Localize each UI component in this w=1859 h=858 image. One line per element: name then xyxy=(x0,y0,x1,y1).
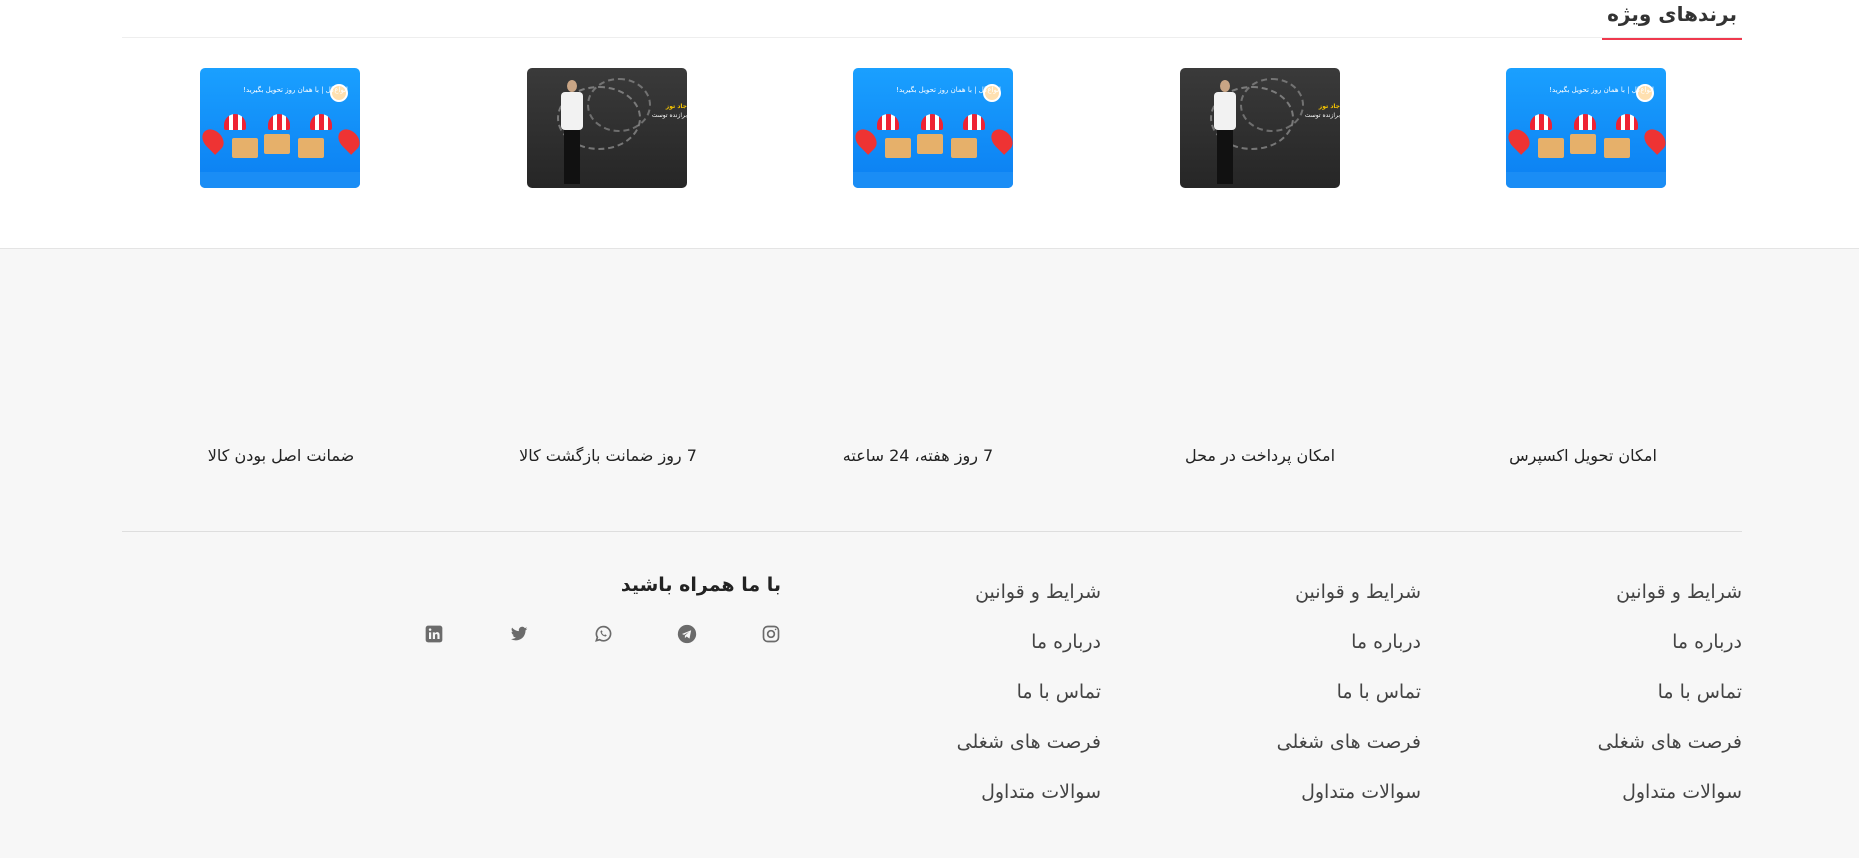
feature-24-7-support: 7 روز هفته، 24 ساعته xyxy=(842,446,994,465)
location-pin-icon xyxy=(200,125,228,155)
parachute-icon xyxy=(921,114,943,130)
link-faq[interactable]: سوالات متداول xyxy=(1482,781,1742,831)
package-icon xyxy=(298,138,324,158)
package-icon xyxy=(885,138,911,158)
link-about[interactable]: درباره ما xyxy=(1482,631,1742,681)
model-figure xyxy=(561,80,583,184)
footer-links-column: شرایط و قوانین درباره ما تماس با ما فرصت… xyxy=(841,581,1101,831)
package-icon xyxy=(232,138,258,158)
location-pin-icon xyxy=(987,125,1013,155)
social-title: با ما همراه باشید xyxy=(620,574,781,596)
location-pin-icon xyxy=(853,125,881,155)
twitter-icon[interactable] xyxy=(507,622,531,646)
feature-original-guarantee: ضمانت اصل بودن کالا xyxy=(207,446,355,465)
package-icon xyxy=(917,134,943,154)
brand-card-caption: انواع‌گل | با همان روز تحویل بگیرید! xyxy=(1549,86,1654,94)
linkedin-icon[interactable] xyxy=(422,622,446,646)
link-contact[interactable]: تماس با ما xyxy=(1482,681,1742,731)
brand-card-caption: انواع‌گل | با همان روز تحویل بگیرید! xyxy=(896,86,1001,94)
link-terms[interactable]: شرایط و قوانین xyxy=(1482,581,1742,631)
model-figure xyxy=(1214,80,1236,184)
brand-card-caption: جاد توز برازنده توست xyxy=(651,103,687,119)
package-icon xyxy=(1570,134,1596,154)
feature-bar: امکان تحویل اکسپرس امکان پرداخت در محل 7… xyxy=(0,446,1859,470)
link-careers[interactable]: فرصت های شغلی xyxy=(841,731,1101,781)
location-pin-icon xyxy=(1640,125,1666,155)
package-icon xyxy=(951,138,977,158)
package-icon xyxy=(1538,138,1564,158)
link-terms[interactable]: شرایط و قوانین xyxy=(1161,581,1421,631)
location-pin-icon xyxy=(1506,125,1534,155)
brand-card[interactable]: انواع‌گل | با همان روز تحویل بگیرید! xyxy=(200,68,360,188)
parachute-icon xyxy=(268,114,290,130)
link-careers[interactable]: فرصت های شغلی xyxy=(1482,731,1742,781)
link-faq[interactable]: سوالات متداول xyxy=(841,781,1101,831)
parachute-icon xyxy=(877,114,899,130)
brand-card-caption: جاد توز برازنده توست xyxy=(1304,103,1340,119)
footer-links-column: شرایط و قوانین درباره ما تماس با ما فرصت… xyxy=(1161,581,1421,831)
link-careers[interactable]: فرصت های شغلی xyxy=(1161,731,1421,781)
link-about[interactable]: درباره ما xyxy=(1161,631,1421,681)
parachute-icon xyxy=(224,114,246,130)
site-footer: امکان تحویل اکسپرس امکان پرداخت در محل 7… xyxy=(0,248,1859,858)
link-contact[interactable]: تماس با ما xyxy=(841,681,1101,731)
package-icon xyxy=(264,134,290,154)
whatsapp-icon[interactable] xyxy=(591,622,615,646)
parachute-icon xyxy=(1574,114,1596,130)
brand-card-caption: انواع‌گل | با همان روز تحویل بگیرید! xyxy=(243,86,348,94)
link-contact[interactable]: تماس با ما xyxy=(1161,681,1421,731)
brands-header: برندهای ویژه xyxy=(122,0,1742,40)
link-faq[interactable]: سوالات متداول xyxy=(1161,781,1421,831)
feature-express-delivery: امکان تحویل اکسپرس xyxy=(1509,446,1657,465)
link-terms[interactable]: شرایط و قوانین xyxy=(841,581,1101,631)
location-pin-icon xyxy=(334,125,360,155)
package-icon xyxy=(1604,138,1630,158)
telegram-icon[interactable] xyxy=(675,622,699,646)
feature-return-guarantee: 7 روز ضمانت بازگشت کالا xyxy=(519,446,697,465)
parachute-icon xyxy=(1530,114,1552,130)
brand-card[interactable]: جاد توز برازنده توست xyxy=(527,68,687,188)
brand-card[interactable]: جاد توز برازنده توست xyxy=(1180,68,1340,188)
instagram-icon[interactable] xyxy=(759,622,783,646)
parachute-icon xyxy=(963,114,985,130)
brand-card[interactable]: انواع‌گل | با همان روز تحویل بگیرید! xyxy=(1506,68,1666,188)
featured-brands-section: برندهای ویژه انواع‌گل | با همان روز تحوی… xyxy=(0,0,1859,248)
parachute-icon xyxy=(310,114,332,130)
parachute-icon xyxy=(1616,114,1638,130)
link-about[interactable]: درباره ما xyxy=(841,631,1101,681)
footer-divider xyxy=(122,531,1742,532)
feature-cash-on-delivery: امکان پرداخت در محل xyxy=(1184,446,1336,465)
brand-card[interactable]: انواع‌گل | با همان روز تحویل بگیرید! xyxy=(853,68,1013,188)
footer-links-column: شرایط و قوانین درباره ما تماس با ما فرصت… xyxy=(1482,581,1742,831)
brands-title: برندهای ویژه xyxy=(1602,0,1742,40)
